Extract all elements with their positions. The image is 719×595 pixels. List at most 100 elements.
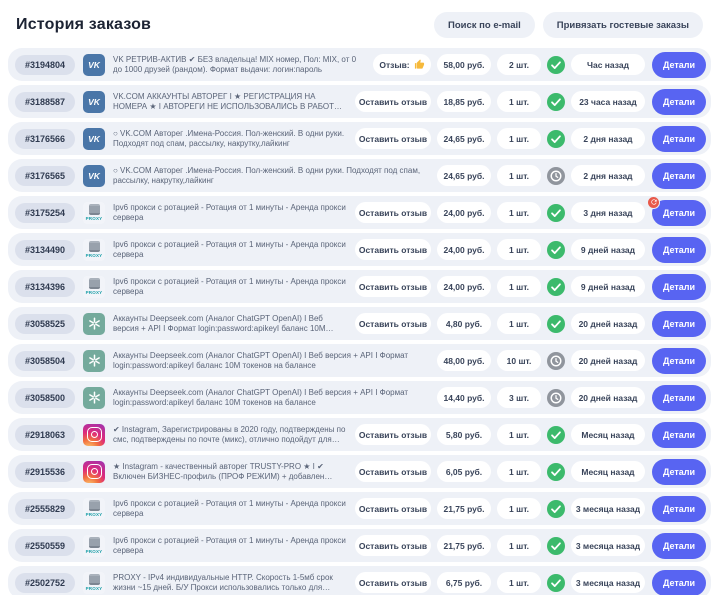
header-actions: Поиск по e-mail Привязать гостевые заказ… [434,12,703,38]
search-by-email-button[interactable]: Поиск по e-mail [434,12,535,38]
order-price: 24,00 руб. [437,202,491,223]
details-button[interactable]: Детали [652,496,706,522]
order-price: 4,80 руб. [437,313,491,334]
order-time: 3 месяца назад [571,572,645,593]
order-price: 58,00 руб. [437,54,491,75]
order-price: 24,00 руб. [437,276,491,297]
vk-icon: VK [83,165,105,187]
order-time: 20 дней назад [571,350,645,371]
order-id: #3188587 [15,92,75,112]
order-quantity: 1 шт. [497,461,541,482]
order-quantity: 1 шт. [497,572,541,593]
order-row: #3058504 Аккаунты Deepseek.com (Аналог C… [8,344,711,377]
status-done-check-icon [547,278,565,296]
openai-logo-icon [83,350,105,372]
refresh-badge-icon [647,196,660,209]
order-time: 20 дней назад [571,313,645,334]
leave-review-button[interactable]: Оставить отзыв [355,424,431,445]
order-id: #2502752 [15,573,75,593]
order-quantity: 2 шт. [497,54,541,75]
proxy-server-icon: PROXY [83,202,105,224]
status-done-check-icon [547,130,565,148]
thumbs-up-icon [414,59,425,70]
leave-review-button[interactable]: Оставить отзыв [355,239,431,260]
order-time: 9 дней назад [571,276,645,297]
order-row: #2550559 PROXY Ipv6 прокси с ротацией - … [8,529,711,562]
order-time: Месяц назад [571,461,645,482]
details-button[interactable]: Детали [652,570,706,595]
status-pending-clock-icon [547,167,565,185]
leave-review-button[interactable]: Оставить отзыв [355,535,431,556]
order-id: #2555829 [15,499,75,519]
leave-review-button[interactable]: Оставить отзыв [355,276,431,297]
status-pending-clock-icon [547,352,565,370]
details-button[interactable]: Детали [652,126,706,152]
order-id: #3058500 [15,388,75,408]
order-description: Аккаунты Deepseek.com (Аналог ChatGPT Op… [113,388,429,408]
leave-review-button[interactable]: Оставить отзыв [355,461,431,482]
order-row: #3176566 VK ○ VK.COM Авторег .Имена-Росс… [8,122,711,155]
order-id: #3176566 [15,129,75,149]
order-id: #3058525 [15,314,75,334]
order-row: #3058500 Аккаунты Deepseek.com (Аналог C… [8,381,711,414]
details-button[interactable]: Детали [652,52,706,78]
order-id: #3134396 [15,277,75,297]
order-description: VK.COM АККАУНТЫ АВТОРЕГ I ★ РЕГИСТРАЦИЯ … [113,92,347,112]
details-button[interactable]: Детали [652,274,706,300]
review-given-pill: Отзыв: [373,54,431,75]
order-row: #2502752 PROXY PROXY - IPv4 индивидуальн… [8,566,711,595]
details-button[interactable]: Детали [652,163,706,189]
order-price: 6,75 руб. [437,572,491,593]
details-button[interactable]: Детали [652,533,706,559]
instagram-icon [83,424,105,446]
order-time: 3 месяца назад [571,498,645,519]
order-time: 2 дня назад [571,128,645,149]
status-done-check-icon [547,574,565,592]
vk-icon: VK [83,91,105,113]
leave-review-button[interactable]: Оставить отзыв [355,91,431,112]
link-guest-orders-button[interactable]: Привязать гостевые заказы [543,12,703,38]
status-done-check-icon [547,93,565,111]
details-button[interactable]: Детали [652,459,706,485]
order-time: 3 дня назад [571,202,645,223]
leave-review-button[interactable]: Оставить отзыв [355,202,431,223]
order-description: VK РЕТРИВ-АКТИВ ✔ БЕЗ владельца! MIX ном… [113,55,365,75]
proxy-server-icon: PROXY [83,535,105,557]
details-button[interactable]: Детали [652,200,706,226]
order-description: Аккаунты Deepseek.com (Аналог ChatGPT Op… [113,314,347,334]
order-price: 21,75 руб. [437,498,491,519]
vk-icon: VK [83,128,105,150]
review-given-label: Отзыв: [379,60,409,70]
details-button[interactable]: Детали [652,311,706,337]
leave-review-button[interactable]: Оставить отзыв [355,128,431,149]
proxy-server-icon: PROXY [83,572,105,594]
order-quantity: 1 шт. [497,313,541,334]
order-quantity: 1 шт. [497,239,541,260]
status-pending-clock-icon [547,389,565,407]
order-id: #2915536 [15,462,75,482]
order-description: Аккаунты Deepseek.com (Аналог ChatGPT Op… [113,351,429,371]
order-price: 24,65 руб. [437,165,491,186]
order-description: ○ VK.COM Авторег .Имена-Россия. Пол-женс… [113,129,347,149]
details-button[interactable]: Детали [652,385,706,411]
order-row: #2555829 PROXY Ipv6 прокси с ротацией - … [8,492,711,525]
leave-review-button[interactable]: Оставить отзыв [355,572,431,593]
order-row: #3134490 PROXY Ipv6 прокси с ротацией - … [8,233,711,266]
orders-list: #3194804 VK VK РЕТРИВ-АКТИВ ✔ БЕЗ владел… [8,48,711,595]
order-history-page: История заказов Поиск по e-mail Привязат… [0,0,719,595]
status-done-check-icon [547,315,565,333]
details-button[interactable]: Детали [652,348,706,374]
details-button[interactable]: Детали [652,89,706,115]
leave-review-button[interactable]: Оставить отзыв [355,313,431,334]
leave-review-button[interactable]: Оставить отзыв [355,498,431,519]
order-quantity: 10 шт. [497,350,541,371]
order-id: #2918063 [15,425,75,445]
order-row: #3175254 PROXY Ipv6 прокси с ротацией - … [8,196,711,229]
details-button[interactable]: Детали [652,422,706,448]
status-done-check-icon [547,500,565,518]
status-done-check-icon [547,241,565,259]
order-price: 18,85 руб. [437,91,491,112]
order-quantity: 1 шт. [497,276,541,297]
details-button[interactable]: Детали [652,237,706,263]
order-id: #3058504 [15,351,75,371]
